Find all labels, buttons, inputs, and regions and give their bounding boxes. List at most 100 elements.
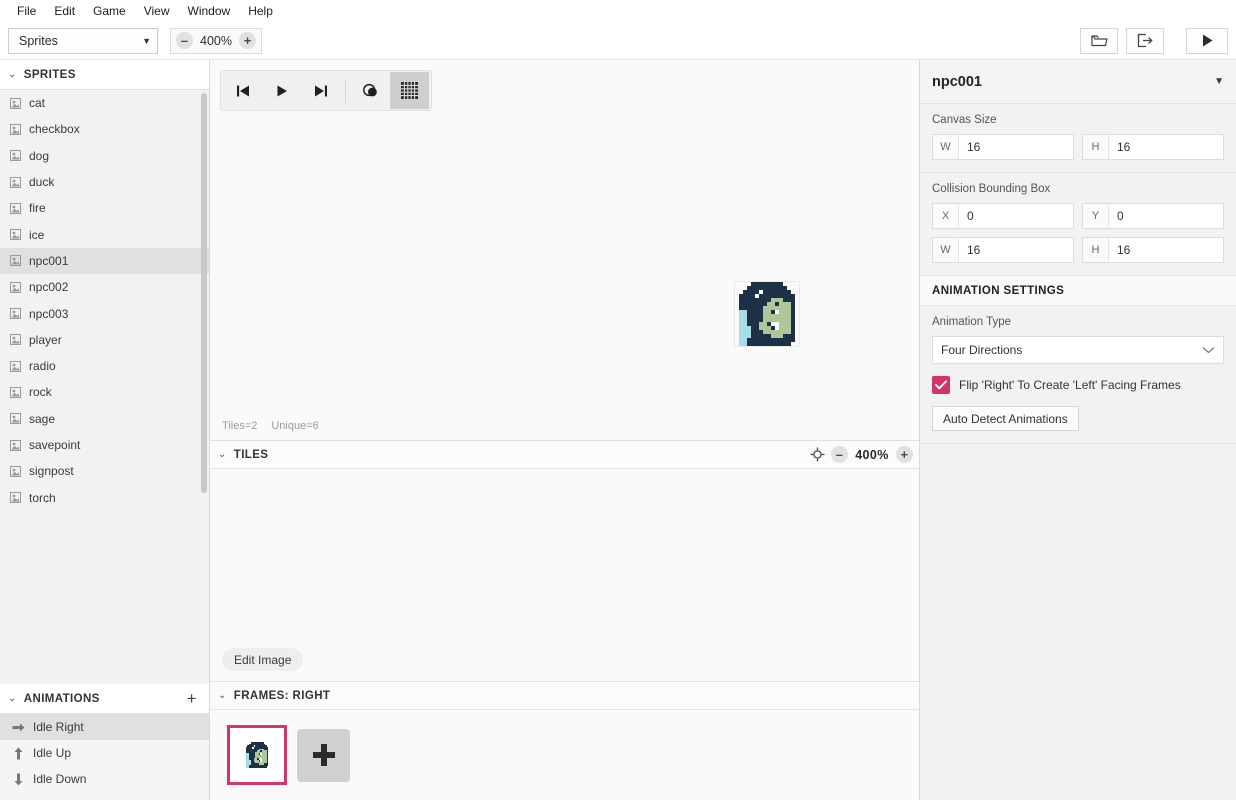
collision-width-field[interactable]: W 16 <box>932 237 1074 263</box>
recenter-button[interactable] <box>810 447 825 462</box>
sprite-list-item-label: checkbox <box>29 122 80 137</box>
menu-file[interactable]: File <box>8 1 45 21</box>
canvas-height-value[interactable]: 16 <box>1109 135 1223 159</box>
open-project-button[interactable] <box>1080 27 1118 54</box>
sprite-list-item-cat[interactable]: cat <box>0 90 209 116</box>
sprite-list-item-label: dog <box>29 148 50 163</box>
sprite-list-item-radio[interactable]: radio <box>0 353 209 379</box>
frame-thumbnail[interactable] <box>227 725 287 785</box>
sprite-list-item-checkbox[interactable]: checkbox <box>0 116 209 142</box>
sprite-icon <box>10 150 21 162</box>
canvas-width-value[interactable]: 16 <box>959 135 1073 159</box>
animation-type-value: Four Directions <box>941 343 1023 357</box>
zoom-control: – 400% + <box>170 27 262 54</box>
animation-list[interactable]: Idle Right Idle Up Idle Down <box>0 714 209 800</box>
sprite-canvas[interactable] <box>734 281 800 347</box>
sprite-list-item-signpost[interactable]: signpost <box>0 458 209 484</box>
collision-box-group: Collision Bounding Box X 0 Y 0 W 16 H 16 <box>920 173 1236 276</box>
animations-section-header[interactable]: ⌄ ANIMATIONS + <box>0 684 209 714</box>
animation-settings-header: ANIMATION SETTINGS <box>920 276 1236 306</box>
sprite-list-item-savepoint[interactable]: savepoint <box>0 432 209 458</box>
animation-list-item-idle-down[interactable]: Idle Down <box>0 766 209 792</box>
arrow-down-icon <box>10 773 26 786</box>
zoom-in-button[interactable]: + <box>239 32 256 49</box>
asset-type-select[interactable]: Sprites ▼ <box>8 27 158 54</box>
sprite-list-item-label: rock <box>29 385 52 400</box>
sprite-list-item-torch[interactable]: torch <box>0 484 209 510</box>
export-icon <box>1137 33 1152 48</box>
menu-window[interactable]: Window <box>179 1 240 21</box>
sprite-list-item-label: sage <box>29 411 56 426</box>
main-area: ⌄ SPRITES cat checkbox dog duck fire ice npc00… <box>0 60 1236 800</box>
canvas-width-field[interactable]: W 16 <box>932 134 1074 160</box>
sprite-list[interactable]: cat checkbox dog duck fire ice npc001 npc002 npc… <box>0 90 209 684</box>
sprite-list-item-ice[interactable]: ice <box>0 221 209 247</box>
menu-help[interactable]: Help <box>239 1 282 21</box>
skip-start-button[interactable] <box>223 72 262 109</box>
frames-section-header[interactable]: ⌄ FRAMES: RIGHT <box>210 681 919 710</box>
collision-width-value[interactable]: 16 <box>959 238 1073 262</box>
edit-image-button[interactable]: Edit Image <box>222 648 304 671</box>
play-button[interactable] <box>262 72 301 109</box>
asset-type-select-value: Sprites <box>19 33 58 48</box>
collision-height-value[interactable]: 16 <box>1109 238 1223 262</box>
grid-icon <box>401 82 418 99</box>
grid-toggle-button[interactable] <box>390 72 429 109</box>
chevron-down-icon: ⌄ <box>8 69 17 80</box>
collision-y-value[interactable]: 0 <box>1109 204 1223 228</box>
zoom-out-button[interactable]: – <box>176 32 193 49</box>
skip-back-icon <box>236 85 249 96</box>
chevron-down-icon: ▼ <box>142 35 151 46</box>
sprite-icon <box>10 439 21 451</box>
collision-box-label: Collision Bounding Box <box>932 183 1051 195</box>
arrow-right-icon <box>10 722 26 733</box>
menu-view[interactable]: View <box>135 1 179 21</box>
add-animation-button[interactable]: + <box>183 690 201 707</box>
animation-list-item-idle-right[interactable]: Idle Right <box>0 714 209 740</box>
tiles-section-header[interactable]: ⌄ TILES – 400% + <box>210 440 919 469</box>
menu-edit[interactable]: Edit <box>45 1 84 21</box>
add-frame-button[interactable] <box>297 728 350 782</box>
onion-skin-button[interactable] <box>351 72 390 109</box>
sprite-list-item-sage[interactable]: sage <box>0 406 209 432</box>
sprite-list-item-npc003[interactable]: npc003 <box>0 300 209 326</box>
sprite-list-item-duck[interactable]: duck <box>0 169 209 195</box>
tiles-zoom-in-button[interactable]: + <box>896 446 913 463</box>
tiles-zoom-out-button[interactable]: – <box>831 446 848 463</box>
sprite-list-item-label: radio <box>29 359 56 374</box>
flip-right-checkbox-row[interactable]: Flip 'Right' To Create 'Left' Facing Fra… <box>932 376 1224 394</box>
animation-list-item-idle-up[interactable]: Idle Up <box>0 740 209 766</box>
collision-x-field[interactable]: X 0 <box>932 203 1074 229</box>
tiles-toolbar: – 400% + <box>810 446 913 463</box>
sprite-list-item-fire[interactable]: fire <box>0 195 209 221</box>
sprite-list-item-npc002[interactable]: npc002 <box>0 274 209 300</box>
sprite-list-item-rock[interactable]: rock <box>0 379 209 405</box>
inspector-header[interactable]: npc001 ▼ <box>920 60 1236 104</box>
flip-right-checkbox[interactable] <box>932 376 950 394</box>
sprite-list-item-dog[interactable]: dog <box>0 143 209 169</box>
sprite-list-item-npc001[interactable]: npc001 <box>0 247 209 275</box>
run-game-button[interactable] <box>1186 27 1228 54</box>
sprite-list-item-label: signpost <box>29 464 74 479</box>
chevron-down-icon: ⌄ <box>8 693 17 704</box>
canvas-height-tag: H <box>1083 135 1109 159</box>
collision-height-field[interactable]: H 16 <box>1082 237 1224 263</box>
animation-type-select[interactable]: Four Directions <box>932 336 1224 364</box>
tiles-section-title: TILES <box>233 448 269 461</box>
collision-x-value[interactable]: 0 <box>959 204 1073 228</box>
sprite-list-item-player[interactable]: player <box>0 327 209 353</box>
skip-end-button[interactable] <box>301 72 340 109</box>
menu-game[interactable]: Game <box>84 1 135 21</box>
sprites-section-header[interactable]: ⌄ SPRITES <box>0 60 209 90</box>
sprite-icon <box>10 413 21 425</box>
canvas-size-group: Canvas Size W 16 H 16 <box>920 104 1236 173</box>
canvas-height-field[interactable]: H 16 <box>1082 134 1224 160</box>
export-button[interactable] <box>1126 27 1164 54</box>
sprite-icon <box>10 123 21 135</box>
sprite-list-scrollbar[interactable] <box>201 93 207 493</box>
sprite-icon <box>10 97 21 109</box>
sprite-icon <box>10 281 21 293</box>
auto-detect-animations-button[interactable]: Auto Detect Animations <box>932 406 1079 431</box>
collision-wh-row: W 16 H 16 <box>932 237 1224 263</box>
collision-y-field[interactable]: Y 0 <box>1082 203 1224 229</box>
